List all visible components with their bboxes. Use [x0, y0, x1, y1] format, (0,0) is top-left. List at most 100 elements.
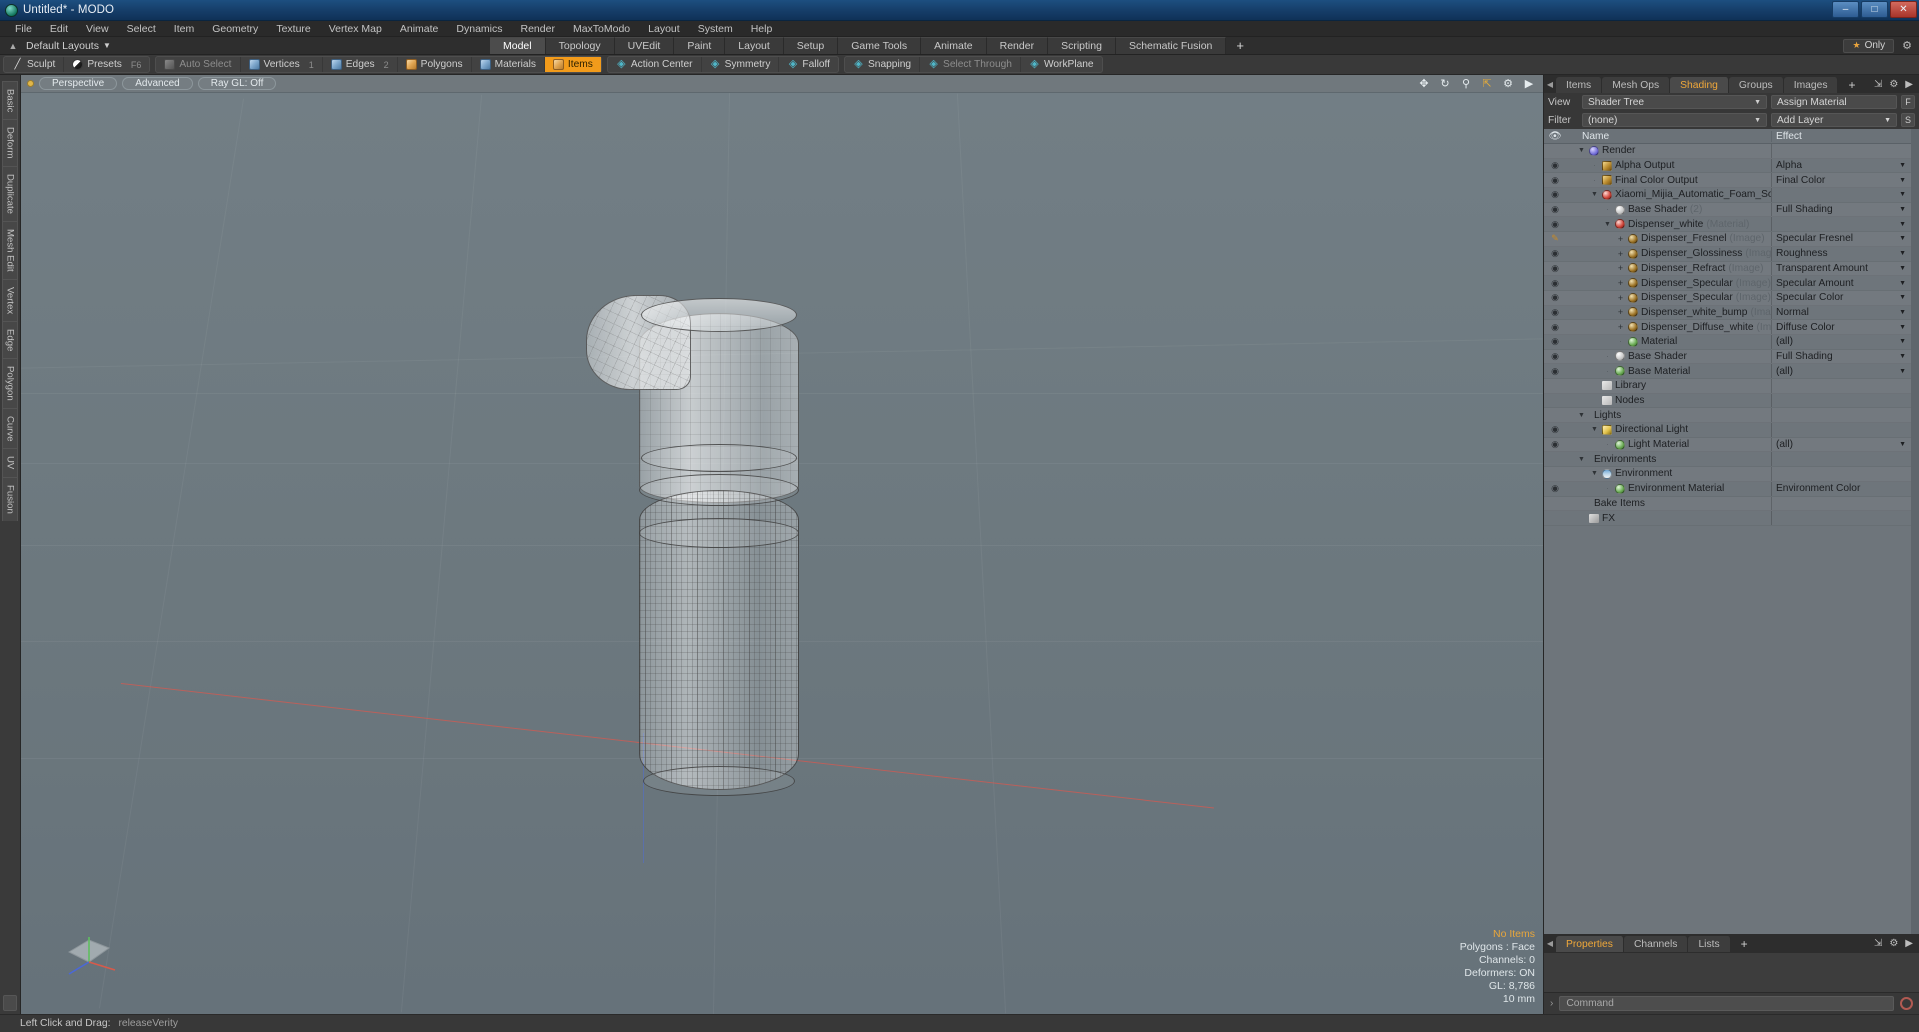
mode-button-select-through[interactable]: ◈ Select Through — [920, 57, 1021, 72]
mode-button-symmetry[interactable]: ◈ Symmetry — [702, 57, 780, 72]
chevron-down-icon[interactable]: ▼ — [1899, 191, 1906, 198]
viewport-raygl-button[interactable]: Ray GL: Off — [197, 77, 277, 90]
visibility-toggle-icon[interactable]: ◉ — [1544, 189, 1566, 200]
panel-tab-shading[interactable]: Shading — [1670, 77, 1729, 93]
menu-item-dynamics[interactable]: Dynamics — [447, 21, 511, 37]
close-button[interactable]: ✕ — [1890, 1, 1917, 18]
visibility-toggle-icon[interactable]: ◉ — [1544, 351, 1566, 362]
chevron-down-icon[interactable]: ▼ — [1899, 324, 1906, 331]
tool-tab-basic[interactable]: Basic — [2, 81, 18, 120]
layout-tab-render[interactable]: Render — [986, 37, 1049, 54]
collapse-triangle-icon[interactable]: ▼ — [1590, 426, 1599, 433]
tool-tab-duplicate[interactable]: Duplicate — [2, 165, 18, 221]
panel-tab-mesh-ops[interactable]: Mesh Ops — [1602, 77, 1671, 93]
chevron-down-icon[interactable]: ▼ — [1899, 294, 1906, 301]
shader-tree-effect-cell[interactable]: Final Color ▼ — [1771, 173, 1911, 188]
pin-icon[interactable]: ▲ — [6, 41, 20, 51]
mode-button-action-center[interactable]: ◈ Action Center — [608, 57, 702, 72]
fit-icon[interactable]: ⇱ — [1481, 78, 1493, 90]
menu-item-select[interactable]: Select — [118, 21, 165, 37]
shader-tree-scrollbar[interactable] — [1911, 129, 1919, 934]
layout-tab-paint[interactable]: Paint — [674, 37, 726, 54]
properties-tab-channels[interactable]: Channels — [1623, 936, 1689, 952]
chevron-right-icon[interactable]: ▶ — [1523, 78, 1535, 90]
menu-item-maxtomodo[interactable]: MaxToModo — [564, 21, 639, 37]
maximize-button[interactable]: □ — [1861, 1, 1888, 18]
collapse-triangle-icon[interactable]: ▼ — [1577, 412, 1586, 419]
shader-tree-row[interactable]: ◉ ▼ Xiaomi_Mijia_Automatic_Foam_Soap_Disp … — [1544, 188, 1911, 203]
shader-tree-effect-cell[interactable]: Transparent Amount ▼ — [1771, 261, 1911, 276]
expand-plus-icon[interactable]: + — [1616, 322, 1625, 332]
menu-item-animate[interactable]: Animate — [391, 21, 448, 37]
chevron-down-icon[interactable]: ▼ — [1899, 206, 1906, 213]
mode-button-materials[interactable]: Materials — [472, 57, 545, 72]
visibility-toggle-icon[interactable]: ◉ — [1544, 263, 1566, 274]
shader-tree-row[interactable]: FX — [1544, 511, 1911, 526]
viewport-projection-button[interactable]: Perspective — [39, 77, 118, 90]
menu-item-layout[interactable]: Layout — [639, 21, 689, 37]
visibility-toggle-icon[interactable]: ◉ — [1544, 366, 1566, 377]
mode-button-items[interactable]: Items — [544, 57, 601, 72]
shader-tree-row[interactable]: ◉ + Dispenser_Specular (Image) Specular Colo… — [1544, 290, 1911, 306]
tool-strip-extra-button[interactable] — [3, 995, 17, 1011]
visibility-toggle-icon[interactable]: ◉ — [1544, 219, 1566, 230]
shader-tree-row[interactable]: ◉ · Final Color Output Final Color ▼ — [1544, 173, 1911, 189]
shader-tree-effect-cell[interactable]: Specular Fresnel ▼ — [1771, 232, 1911, 246]
mode-button-polygons[interactable]: Polygons — [398, 57, 472, 72]
mode-button-sculpt[interactable]: ╱ Sculpt — [4, 57, 65, 72]
shader-tree-effect-cell[interactable]: Roughness ▼ — [1771, 246, 1911, 261]
shader-tree-row[interactable]: ▼ Render — [1544, 144, 1911, 159]
shader-tree-effect-cell[interactable]: Full Shading ▼ — [1771, 202, 1911, 217]
collapse-triangle-icon[interactable]: ▼ — [1577, 147, 1586, 154]
expand-plus-icon[interactable]: + — [1616, 307, 1625, 317]
visibility-toggle-icon[interactable]: ◉ — [1544, 160, 1566, 171]
filter-dropdown[interactable]: (none) ▼ — [1582, 113, 1767, 127]
chevron-right-icon[interactable]: ▶ — [1905, 938, 1913, 949]
layout-tab-setup[interactable]: Setup — [783, 37, 839, 54]
command-input[interactable]: Command — [1559, 996, 1894, 1011]
add-layer-shortcut-button[interactable]: S — [1901, 113, 1915, 127]
expand-icon[interactable]: ⇲ — [1874, 938, 1882, 949]
tool-tab-deform[interactable]: Deform — [2, 119, 18, 166]
visibility-toggle-icon[interactable]: ◉ — [1544, 204, 1566, 215]
collapse-triangle-icon[interactable]: ▼ — [1603, 221, 1612, 228]
layout-tab-animate[interactable]: Animate — [921, 37, 987, 54]
record-icon[interactable] — [1900, 997, 1913, 1010]
visibility-toggle-icon[interactable]: ◉ — [1544, 483, 1566, 494]
shader-tree-row[interactable]: ◉ + Dispenser_Glossiness(Image) Roughness ▼ — [1544, 246, 1911, 262]
shader-tree-effect-cell[interactable]: Specular Amount ▼ — [1771, 276, 1911, 290]
shader-tree-row[interactable]: ◉ ▼ Dispenser_white (Material) ▼ — [1544, 217, 1911, 233]
move-icon[interactable]: ✥ — [1418, 78, 1430, 90]
shader-tree-row[interactable]: ◉ · Base Shader (2) Full Shading ▼ — [1544, 202, 1911, 218]
gear-icon[interactable]: ⚙ — [1502, 78, 1514, 90]
tool-tab-vertex[interactable]: Vertex — [2, 278, 18, 321]
viewport-state-dot-icon[interactable] — [27, 80, 34, 87]
chevron-down-icon[interactable]: ▼ — [1899, 221, 1906, 228]
shader-tree-row[interactable]: ◉ · Material (all) ▼ — [1544, 334, 1911, 350]
mode-button-presets[interactable]: Presets F6 — [64, 57, 149, 72]
properties-collapse-icon[interactable]: ◀ — [1544, 934, 1556, 952]
assign-material-button[interactable]: Assign Material — [1771, 95, 1897, 109]
layout-tab-uvedit[interactable]: UVEdit — [614, 37, 675, 54]
visibility-toggle-icon[interactable]: ◉ — [1544, 278, 1566, 289]
chevron-down-icon[interactable]: ▼ — [1899, 338, 1906, 345]
tool-tab-uv[interactable]: UV — [2, 448, 18, 477]
chevron-down-icon[interactable]: ▼ — [1899, 280, 1906, 287]
shader-tree-row[interactable]: ◉+Dispenser_Specular(Image) (2)Specular … — [1544, 276, 1911, 291]
mode-button-edges[interactable]: Edges 2 — [323, 57, 398, 72]
shader-tree-row[interactable]: ▼ Environment — [1544, 467, 1911, 482]
shader-tree-row[interactable]: ◉ ▼ Directional Light — [1544, 423, 1911, 438]
menu-item-render[interactable]: Render — [512, 21, 564, 37]
tool-tab-edge[interactable]: Edge — [2, 320, 18, 359]
minimize-button[interactable]: – — [1832, 1, 1859, 18]
edit-pencil-icon[interactable]: ✎ — [1544, 233, 1566, 244]
chevron-right-icon[interactable]: ▶ — [1905, 79, 1913, 90]
menu-item-file[interactable]: File — [6, 21, 41, 37]
panel-collapse-icon[interactable]: ◀ — [1544, 75, 1556, 93]
shader-tree-effect-cell[interactable]: ▼ — [1771, 217, 1911, 232]
rotate-icon[interactable]: ↻ — [1439, 78, 1451, 90]
gear-icon[interactable]: ⚙ — [1902, 39, 1912, 52]
mode-button-auto-select[interactable]: Auto Select — [156, 57, 241, 72]
chevron-down-icon[interactable]: ▼ — [1899, 162, 1906, 169]
tool-tab-mesh-edit[interactable]: Mesh Edit — [2, 220, 18, 279]
